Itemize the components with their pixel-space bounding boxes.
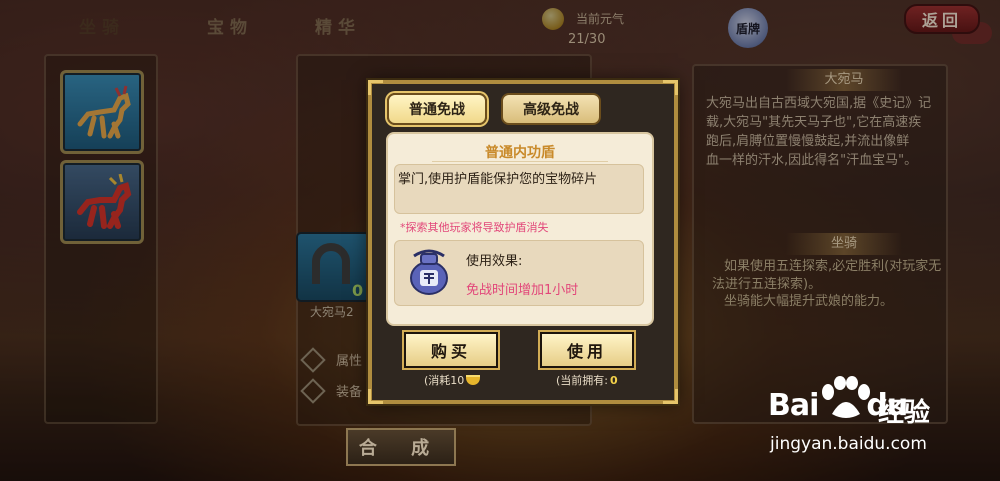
tab-essence[interactable]: 精华 bbox=[272, 6, 404, 44]
divider bbox=[432, 161, 608, 162]
shield-name: 普通内功盾 bbox=[485, 145, 555, 161]
red-horse-icon bbox=[77, 174, 132, 229]
use-button[interactable]: 使用 bbox=[540, 332, 634, 368]
cost-info: (消耗10 bbox=[424, 372, 481, 388]
attribute-row-equip: 装备 bbox=[300, 377, 363, 404]
tab-mount[interactable]: 坐骑 bbox=[36, 6, 168, 44]
watermark-cn: 经验 bbox=[878, 398, 931, 428]
tab-bar: 坐骑 宝物 精华 bbox=[36, 6, 456, 46]
owned-label: (当前拥有: bbox=[556, 374, 608, 387]
item-name: 大宛马2 bbox=[310, 305, 354, 319]
shield-potion-icon bbox=[410, 249, 448, 295]
diamond-icon bbox=[300, 377, 326, 404]
description-line: 大宛马出自古西域大宛国,据《史记》记 bbox=[706, 96, 932, 111]
item-count: 0 bbox=[352, 281, 364, 300]
description-title: 大宛马 bbox=[786, 69, 902, 91]
owned-count: 0 bbox=[610, 373, 618, 387]
owned-info: (当前拥有: 0 bbox=[556, 372, 618, 388]
mount-slot-blue-horse[interactable] bbox=[60, 70, 144, 154]
shield-warning: *探索其他玩家将导致护盾消失 bbox=[400, 221, 549, 234]
description-line: 载,大宛马"其先天马子也",它在高速疾 bbox=[706, 115, 922, 130]
compose-button[interactable]: 合 成 bbox=[346, 428, 456, 466]
cost-label: (消耗10 bbox=[424, 374, 465, 387]
vitality-value: 21/30 bbox=[568, 32, 606, 47]
vitality-coin-icon bbox=[542, 8, 564, 30]
section-title: 坐骑 bbox=[786, 233, 902, 255]
effect-value: 免战时间增加1小时 bbox=[466, 283, 579, 298]
section-line: 坐骑能大幅提升武娘的能力。 bbox=[724, 294, 894, 309]
back-button[interactable]: 返回 bbox=[904, 4, 980, 34]
tab-normal-protection[interactable]: 普通免战 bbox=[387, 93, 487, 125]
diamond-icon bbox=[300, 346, 326, 373]
attribute-label: 装备 bbox=[336, 385, 363, 400]
section-line: 如果使用五连探索,必定胜利(对玩家无 bbox=[724, 259, 942, 274]
shield-badge-icon[interactable]: 盾牌 bbox=[728, 8, 768, 48]
description-line: 跑后,肩膊位置慢慢鼓起,并流出像鲜 bbox=[706, 134, 910, 149]
attribute-label: 属性 bbox=[336, 354, 363, 369]
shield-description: 掌门,使用护盾能保护您的宝物碎片 bbox=[398, 172, 598, 187]
vitality-label: 当前元气 bbox=[576, 12, 625, 26]
gold-ingot-icon bbox=[466, 375, 481, 385]
mount-slot-red-horse[interactable] bbox=[60, 160, 144, 244]
blue-horse-icon bbox=[77, 85, 131, 139]
effect-label: 使用效果: bbox=[466, 254, 523, 269]
attribute-row-property: 属性 bbox=[300, 346, 363, 373]
description-line: 血一样的汗水,因此得名"汗血宝马"。 bbox=[706, 153, 918, 168]
tab-advanced-protection[interactable]: 高级免战 bbox=[501, 93, 601, 125]
watermark-url: jingyan.baidu.com bbox=[770, 434, 927, 454]
buy-button[interactable]: 购买 bbox=[404, 332, 498, 368]
